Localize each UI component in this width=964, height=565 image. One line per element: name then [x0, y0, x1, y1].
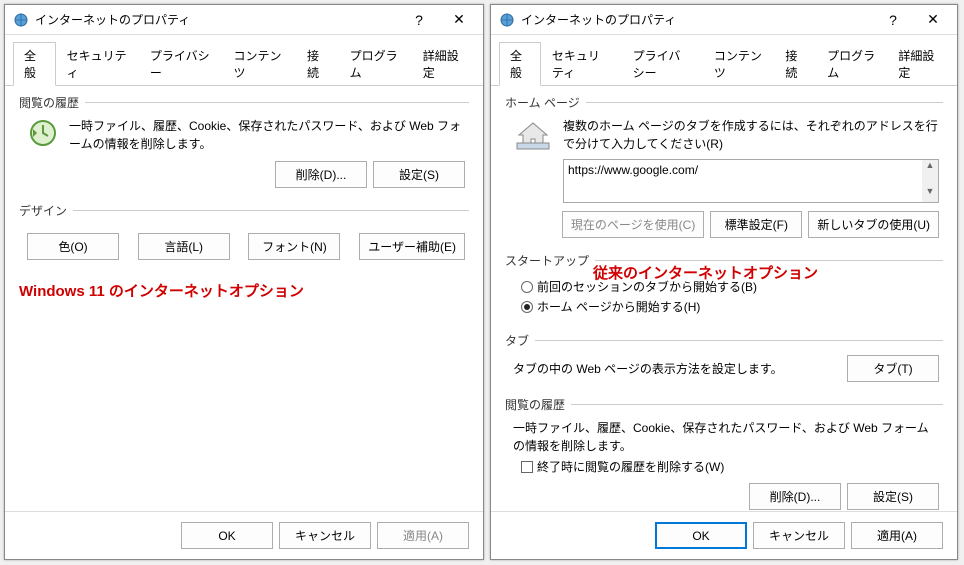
content-area: 閲覧の履歴 一時ファイル、履歴、Cookie、保存されたパスワード、および We… [5, 86, 483, 511]
group-label: タブ [505, 332, 943, 349]
history-description: 一時ファイル、履歴、Cookie、保存されたパスワード、および Web フォーム… [513, 419, 939, 455]
radio-homepage[interactable]: ホーム ページから開始する(H) [513, 298, 939, 315]
tab-content[interactable]: コンテンツ [222, 42, 296, 86]
scrollbar[interactable]: ▲ ▼ [922, 160, 938, 202]
annotation-text: Windows 11 のインターネットオプション [19, 280, 469, 301]
settings-button[interactable]: 設定(S) [373, 161, 465, 188]
tab-security[interactable]: セキュリティ [56, 42, 139, 86]
group-homepage: ホーム ページ 複数のホーム ページのタブを作成するには、それぞれのアドレスを行… [505, 94, 943, 242]
use-newtab-button[interactable]: 新しいタブの使用(U) [808, 211, 939, 238]
tab-advanced[interactable]: 詳細設定 [887, 42, 949, 86]
dialog-footer: OK キャンセル 適用(A) [491, 511, 957, 559]
history-description: 一時ファイル、履歴、Cookie、保存されたパスワード、および Web フォーム… [69, 117, 465, 153]
ok-button[interactable]: OK [655, 522, 747, 549]
dialog-footer: OK キャンセル 適用(A) [5, 511, 483, 559]
apply-button[interactable]: 適用(A) [851, 522, 943, 549]
internet-options-icon [13, 12, 29, 28]
radio-icon [521, 301, 533, 313]
annotation-text: 従来のインターネットオプション [593, 262, 818, 283]
apply-button[interactable]: 適用(A) [377, 522, 469, 549]
radio-label: ホーム ページから開始する(H) [537, 298, 700, 315]
tab-security[interactable]: セキュリティ [541, 42, 622, 86]
tab-strip: 全般 セキュリティ プライバシー コンテンツ 接続 プログラム 詳細設定 [5, 35, 483, 86]
tab-advanced[interactable]: 詳細設定 [412, 42, 475, 86]
radio-icon [521, 281, 533, 293]
settings-button[interactable]: 設定(S) [847, 483, 939, 510]
cancel-button[interactable]: キャンセル [279, 522, 371, 549]
titlebar: インターネットのプロパティ ? ✕ [5, 5, 483, 35]
group-tabs: タブ タブの中の Web ページの表示方法を設定します。 タブ(T) [505, 332, 943, 386]
tab-privacy[interactable]: プライバシー [139, 42, 223, 86]
titlebar: インターネットのプロパティ ? ✕ [491, 5, 957, 35]
window-title: インターネットのプロパティ [35, 11, 399, 28]
tab-content[interactable]: コンテンツ [703, 42, 775, 86]
checkbox-label: 終了時に閲覧の履歴を削除する(W) [537, 458, 724, 475]
help-button[interactable]: ? [873, 6, 913, 34]
scroll-up-icon[interactable]: ▲ [922, 160, 938, 176]
tab-strip: 全般 セキュリティ プライバシー コンテンツ 接続 プログラム 詳細設定 [491, 35, 957, 86]
group-startup: スタートアップ 従来のインターネットオプション 前回のセッションのタブから開始す… [505, 252, 943, 322]
tab-privacy[interactable]: プライバシー [622, 42, 703, 86]
homepage-url-input[interactable]: https://www.google.com/ ▲ ▼ [563, 159, 939, 203]
fonts-button[interactable]: フォント(N) [248, 233, 340, 260]
help-button[interactable]: ? [399, 6, 439, 34]
languages-button[interactable]: 言語(L) [138, 233, 230, 260]
dialog-win11: インターネットのプロパティ ? ✕ 全般 セキュリティ プライバシー コンテンツ… [4, 4, 484, 560]
accessibility-button[interactable]: ユーザー補助(E) [359, 233, 465, 260]
cancel-button[interactable]: キャンセル [753, 522, 845, 549]
delete-button[interactable]: 削除(D)... [275, 161, 367, 188]
content-area: ホーム ページ 複数のホーム ページのタブを作成するには、それぞれのアドレスを行… [491, 86, 957, 511]
window-title: インターネットのプロパティ [521, 11, 873, 28]
group-browsing-history: 閲覧の履歴 一時ファイル、履歴、Cookie、保存されたパスワード、および We… [505, 396, 943, 511]
close-button[interactable]: ✕ [913, 6, 953, 34]
tab-programs[interactable]: プログラム [816, 42, 887, 86]
group-design: デザイン 色(O) 言語(L) フォント(N) ユーザー補助(E) [19, 202, 469, 264]
history-icon [27, 117, 59, 149]
colors-button[interactable]: 色(O) [27, 233, 119, 260]
use-default-button[interactable]: 標準設定(F) [710, 211, 802, 238]
homepage-description: 複数のホーム ページのタブを作成するには、それぞれのアドレスを行で分けて入力して… [563, 117, 939, 153]
tab-general[interactable]: 全般 [13, 42, 56, 86]
group-label: デザイン [19, 202, 469, 219]
tabs-description: タブの中の Web ページの表示方法を設定します。 [513, 360, 837, 377]
checkbox-icon [521, 461, 533, 473]
tab-connections[interactable]: 接続 [774, 42, 816, 86]
checkbox-delete-on-exit[interactable]: 終了時に閲覧の履歴を削除する(W) [513, 458, 939, 475]
internet-options-icon [499, 12, 515, 28]
group-label: 閲覧の履歴 [19, 94, 469, 111]
use-current-button[interactable]: 現在のページを使用(C) [562, 211, 704, 238]
home-icon [513, 117, 553, 153]
delete-button[interactable]: 削除(D)... [749, 483, 841, 510]
group-label: 閲覧の履歴 [505, 396, 943, 413]
tabs-button[interactable]: タブ(T) [847, 355, 939, 382]
homepage-url-value: https://www.google.com/ [568, 163, 698, 177]
tab-programs[interactable]: プログラム [339, 42, 412, 86]
tab-general[interactable]: 全般 [499, 42, 541, 86]
tab-connections[interactable]: 接続 [296, 42, 339, 86]
ok-button[interactable]: OK [181, 522, 273, 549]
dialog-legacy: インターネットのプロパティ ? ✕ 全般 セキュリティ プライバシー コンテンツ… [490, 4, 958, 560]
close-button[interactable]: ✕ [439, 6, 479, 34]
scroll-down-icon[interactable]: ▼ [922, 186, 938, 202]
group-browsing-history: 閲覧の履歴 一時ファイル、履歴、Cookie、保存されたパスワード、および We… [19, 94, 469, 192]
group-label: ホーム ページ [505, 94, 943, 111]
